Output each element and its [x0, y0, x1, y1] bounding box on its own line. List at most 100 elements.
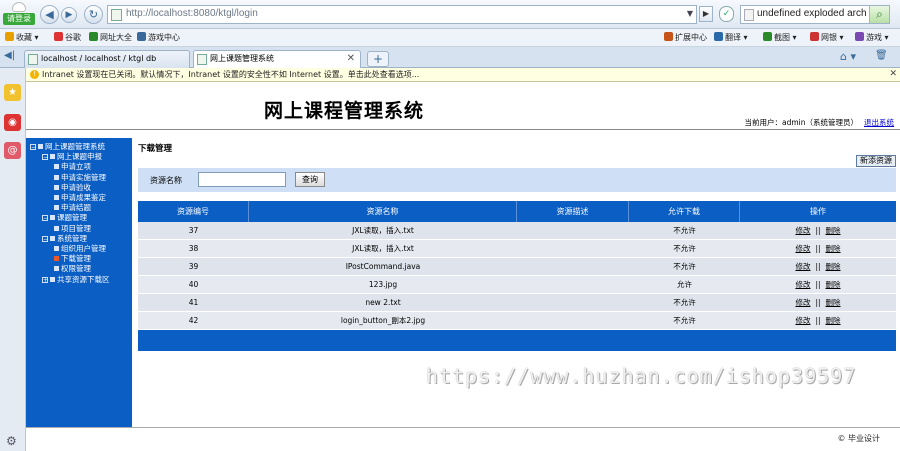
folder-icon: [38, 144, 43, 149]
game-icon: [855, 32, 864, 41]
resource-id-cell: 42: [188, 316, 199, 325]
resource-name-input[interactable]: [198, 172, 286, 187]
page-icon: [28, 54, 38, 65]
tree-item[interactable]: + 共享资源下载区: [42, 275, 110, 285]
gear-icon[interactable]: ⚙: [6, 434, 17, 448]
tree-item[interactable]: 申请结题: [54, 203, 91, 213]
games-button[interactable]: 游戏 ▾: [855, 29, 889, 46]
extension-center[interactable]: 扩展中心: [664, 29, 707, 46]
forward-button[interactable]: ▶: [61, 7, 77, 23]
column-header: 资源描述: [517, 201, 629, 222]
expand-icon[interactable]: +: [42, 276, 48, 283]
footer-copyright: © 毕业设计: [837, 434, 880, 443]
tree-item[interactable]: 申请成果鉴定: [54, 193, 106, 203]
edit-link[interactable]: 修改: [795, 244, 810, 253]
add-resource-button[interactable]: 新添资源: [856, 155, 896, 167]
tree-item[interactable]: 下载管理: [54, 254, 91, 264]
translate-button[interactable]: 翻译 ▾: [714, 29, 748, 46]
tree-item[interactable]: − 系统管理: [42, 234, 87, 244]
tree-item-label: 申请成果鉴定: [61, 193, 106, 202]
tree-item[interactable]: − 网上课题管理系统: [30, 142, 105, 152]
delete-link[interactable]: 删除: [826, 316, 841, 325]
close-tab-icon[interactable]: ✕: [347, 51, 355, 67]
row-actions: 修改 || 删除: [740, 222, 896, 239]
login-button[interactable]: 请登录: [3, 2, 35, 26]
folder-icon: [54, 195, 59, 200]
tree-item[interactable]: 申请验收: [54, 183, 91, 193]
favorites-item[interactable]: 游戏中心: [137, 29, 180, 46]
intranet-infobar[interactable]: ! Intranet 设置现在已关闭。默认情况下，Intranet 设置的安全性…: [26, 68, 900, 82]
edit-link[interactable]: 修改: [795, 298, 810, 307]
trash-icon[interactable]: 🗑: [875, 50, 888, 61]
edit-link[interactable]: 修改: [795, 316, 810, 325]
footer-divider: [26, 427, 900, 428]
resource-desc-cell: [517, 312, 629, 329]
close-icon[interactable]: ✕: [889, 68, 897, 81]
weibo-icon[interactable]: ◉: [4, 114, 21, 131]
favorites-item[interactable]: 收藏 ▾: [5, 29, 39, 46]
favorites-item[interactable]: 谷歌: [54, 29, 81, 46]
search-label: 资源名称: [150, 176, 182, 185]
resource-desc-cell: [517, 258, 629, 275]
page-icon: [111, 9, 122, 21]
refresh-icon: ↻: [88, 8, 99, 21]
edit-link[interactable]: 修改: [795, 280, 810, 289]
collapse-icon[interactable]: −: [30, 144, 36, 151]
refresh-button[interactable]: ↻: [84, 5, 103, 24]
delete-link[interactable]: 删除: [826, 226, 841, 235]
address-bar[interactable]: http://localhost:8080/ktgl/login ▼: [107, 5, 697, 24]
search-input[interactable]: undefined exploded archi: [757, 8, 867, 19]
security-shield-icon[interactable]: ✓: [719, 6, 734, 22]
collapse-icon[interactable]: −: [42, 215, 48, 222]
go-button[interactable]: ▶: [699, 6, 713, 22]
home-icon[interactable]: ⌂ ▾: [840, 50, 856, 63]
tab-active[interactable]: 网上课题管理系统 ✕: [193, 50, 361, 68]
delete-link[interactable]: 删除: [826, 244, 841, 253]
back-button[interactable]: ◀: [40, 5, 59, 24]
screenshot-button[interactable]: 截图 ▾: [763, 29, 797, 46]
chevron-down-icon[interactable]: ▼: [687, 9, 693, 18]
resource-desc-cell: [517, 294, 629, 311]
tree-item-label: 申请立项: [61, 162, 91, 172]
folder-icon: [54, 184, 59, 190]
ebank-button[interactable]: 网银 ▾: [810, 29, 844, 46]
tree-item[interactable]: 项目管理: [54, 224, 91, 234]
collapse-icon[interactable]: −: [42, 154, 48, 161]
edit-link[interactable]: 修改: [795, 226, 810, 235]
new-tab-button[interactable]: +: [367, 51, 389, 67]
tab-label: localhost / localhost / ktgl db: [41, 54, 157, 63]
table-row: 39 IPostCommand.java 不允许 修改 || 删除: [138, 258, 896, 276]
tree-item[interactable]: 组织用户管理: [54, 244, 106, 254]
collapse-icon[interactable]: −: [42, 235, 48, 242]
delete-link[interactable]: 删除: [826, 280, 841, 289]
delete-link[interactable]: 删除: [826, 262, 841, 271]
tree-item[interactable]: − 网上课题申报: [42, 152, 102, 162]
row-actions: 修改 || 删除: [740, 312, 896, 329]
tree-item[interactable]: 申请立项: [54, 162, 91, 172]
table-row: 38 JXL读取，插入.txt 不允许 修改 || 删除: [138, 240, 896, 258]
favorites-star-icon[interactable]: ★: [4, 84, 21, 101]
sidebar-toggle-icon[interactable]: ◀|: [4, 50, 15, 61]
column-header: 操作: [810, 207, 826, 216]
tree-item[interactable]: 权限管理: [54, 264, 91, 274]
logout-link[interactable]: 退出系统: [864, 118, 894, 127]
current-user-text: 当前用户：admin（系统管理员）: [744, 118, 859, 127]
resource-name-cell: JXL读取，插入.txt: [352, 226, 414, 235]
mail-icon[interactable]: @: [4, 142, 21, 159]
table-row: 42 login_button_副本2.jpg 不允许 修改 || 删除: [138, 312, 896, 330]
search-button[interactable]: ⌕: [869, 6, 889, 23]
tab-phpmyadmin[interactable]: localhost / localhost / ktgl db: [24, 50, 190, 68]
search-box[interactable]: undefined exploded archi ⌕: [740, 5, 890, 24]
edit-link[interactable]: 修改: [795, 262, 810, 271]
infobar-text: Intranet 设置现在已关闭。默认情况下，Intranet 设置的安全性不如…: [42, 70, 420, 79]
action-separator: ||: [815, 298, 821, 307]
folder-icon: [54, 266, 59, 272]
row-actions: 修改 || 删除: [740, 240, 896, 257]
delete-link[interactable]: 删除: [826, 298, 841, 307]
resource-table: 资源编号 资源名称 资源描述 允许下载 操作 37 JXL读取，插入.txt 不允许…: [138, 201, 896, 351]
tree-item[interactable]: 申请实施管理: [54, 173, 106, 183]
query-button[interactable]: 查询: [295, 172, 325, 187]
favorites-item[interactable]: 网址大全: [89, 29, 132, 46]
google-icon: [54, 32, 63, 41]
tree-item[interactable]: − 课题管理: [42, 213, 87, 223]
